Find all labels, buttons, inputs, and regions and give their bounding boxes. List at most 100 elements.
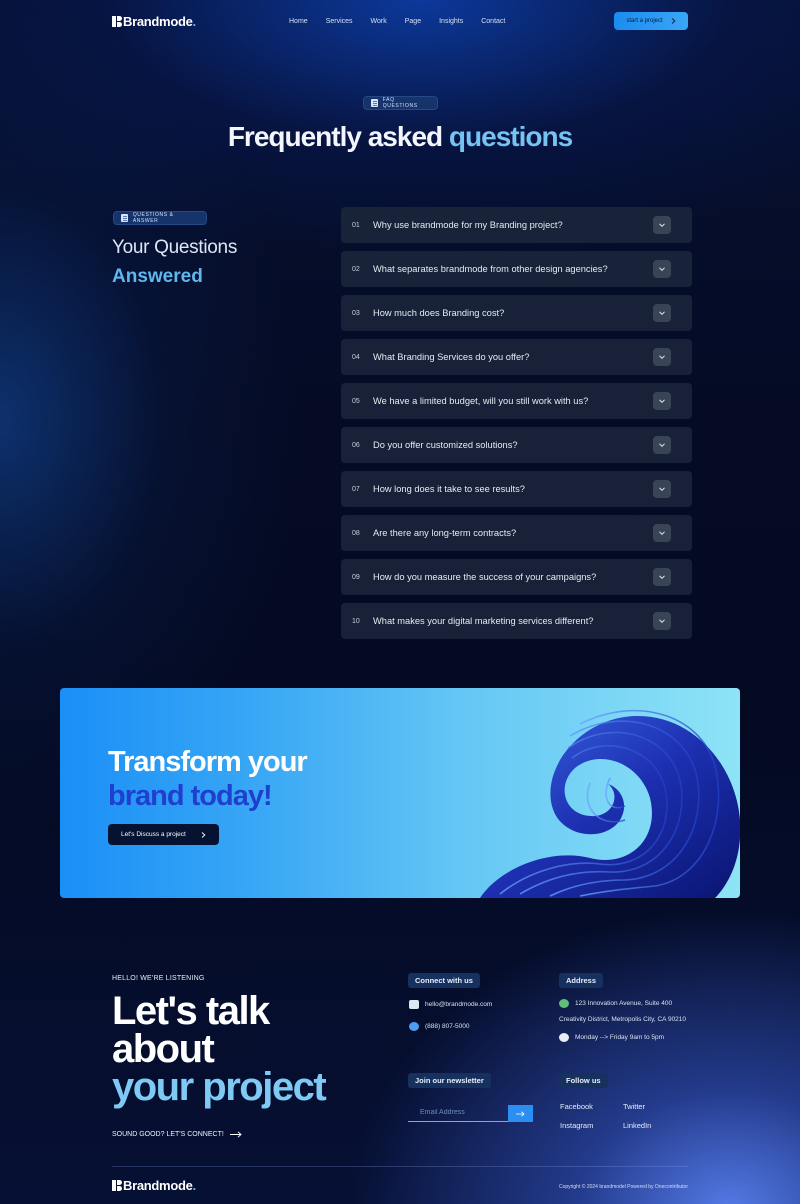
brand-logo[interactable]: Brandmode. (112, 14, 196, 29)
nav-services[interactable]: Services (326, 18, 353, 25)
email-contact[interactable]: hello@brandmode.com (409, 1000, 492, 1009)
social-twitter[interactable]: Twitter (623, 1102, 645, 1111)
footer-divider (112, 1166, 688, 1167)
faq-toggle-button[interactable] (653, 568, 671, 586)
banner-heading-line2: brand today! (108, 780, 273, 812)
faq-number: 07 (352, 485, 360, 493)
phone-contact[interactable]: (888) 807-5000 (409, 1022, 469, 1031)
talk-line2: about (112, 1027, 215, 1071)
chevron-down-icon (659, 443, 665, 448)
faq-title-highlight: questions (448, 121, 573, 152)
chevron-right-icon (671, 18, 676, 24)
social-instagram[interactable]: Instagram (560, 1121, 593, 1130)
faq-question: How much does Branding cost? (373, 308, 505, 318)
faq-toggle-button[interactable] (653, 612, 671, 630)
logo-mark-icon (112, 15, 122, 27)
chat-bubble-icon (409, 1022, 419, 1031)
address-line1: 123 Innovation Avenue, Suite 400 (575, 1000, 673, 1007)
faq-number: 10 (352, 617, 360, 625)
questions-answer-badge: QUESTIONS & ANSWER (113, 211, 207, 225)
document-icon (121, 214, 128, 222)
faq-item[interactable]: 02 What separates brandmode from other de… (341, 251, 692, 287)
faq-item[interactable]: 10 What makes your digital marketing serv… (341, 603, 692, 639)
social-linkedin[interactable]: LinkedIn (623, 1121, 651, 1130)
document-icon (371, 99, 378, 107)
logo-text: Brandmode (123, 13, 193, 29)
abstract-swirl-graphic (480, 710, 740, 898)
logo-dot: . (192, 13, 197, 29)
faq-item[interactable]: 04 What Branding Services do you offer? (341, 339, 692, 375)
faq-badge-label: FAQ QUESTIONS (382, 97, 418, 109)
chevron-down-icon (659, 311, 665, 316)
questions-answer-label: QUESTIONS & ANSWER (132, 212, 174, 224)
faq-toggle-button[interactable] (653, 260, 671, 278)
address-line1-row: 123 Innovation Avenue, Suite 400 (559, 999, 672, 1008)
faq-question: Are there any long-term contracts? (373, 528, 517, 538)
address-line2: Creativity District, Metropolis City, CA… (559, 1016, 687, 1023)
chevron-down-icon (659, 355, 665, 360)
faq-toggle-button[interactable] (653, 392, 671, 410)
hours-row: Monday --> Friday 9am to 5pm (559, 1033, 664, 1042)
mail-icon (409, 1000, 419, 1009)
faq-item[interactable]: 07 How long does it take to see results? (341, 471, 692, 507)
faq-item[interactable]: 05 We have a limited budget, will you sti… (341, 383, 692, 419)
start-project-label: start a project (626, 18, 663, 24)
faq-number: 02 (352, 265, 360, 273)
talk-line1: Let's talk (112, 989, 270, 1033)
chevron-down-icon (659, 487, 665, 492)
faq-question: How long does it take to see results? (373, 484, 525, 494)
chevron-down-icon (659, 619, 665, 624)
faq-question: What separates brandmode from other desi… (373, 264, 608, 274)
site-header: Brandmode. Home Services Work Page Insig… (112, 8, 688, 34)
faq-number: 06 (352, 441, 360, 449)
talk-line3: your project (112, 1065, 327, 1109)
newsletter-heading: Join our newsletter (408, 1073, 491, 1088)
nav-home[interactable]: Home (289, 18, 308, 25)
faq-item[interactable]: 03 How much does Branding cost? (341, 295, 692, 331)
globe-icon (559, 999, 569, 1008)
faq-question: What makes your digital marketing servic… (373, 616, 594, 626)
connect-heading: Connect with us (408, 973, 480, 988)
nav-contact[interactable]: Contact (481, 18, 505, 25)
logo-mark-icon (112, 1180, 122, 1191)
discuss-project-label: Let's Discuss a project (121, 831, 186, 838)
nav-work[interactable]: Work (371, 18, 387, 25)
side-heading-line2: Answered (112, 266, 203, 287)
newsletter-submit-button[interactable] (508, 1105, 533, 1122)
chevron-down-icon (659, 223, 665, 228)
faq-toggle-button[interactable] (653, 304, 671, 322)
chevron-down-icon (659, 267, 665, 272)
phone-text: (888) 807-5000 (425, 1023, 470, 1030)
faq-question: How do you measure the success of your c… (373, 572, 597, 582)
faq-toggle-button[interactable] (653, 524, 671, 542)
faq-item[interactable]: 08 Are there any long-term contracts? (341, 515, 692, 551)
faq-question: What Branding Services do you offer? (373, 352, 530, 362)
faq-item[interactable]: 06 Do you offer customized solutions? (341, 427, 692, 463)
footer-logo[interactable]: Brandmode. (112, 1178, 196, 1193)
newsletter-email-input[interactable] (408, 1109, 508, 1116)
faq-toggle-button[interactable] (653, 348, 671, 366)
chevron-down-icon (659, 399, 665, 404)
faq-number: 09 (352, 573, 360, 581)
discuss-project-button[interactable]: Let's Discuss a project (108, 824, 219, 845)
faq-question: Why use brandmode for my Branding projec… (373, 220, 563, 230)
address-heading: Address (559, 973, 604, 988)
faq-toggle-button[interactable] (653, 436, 671, 454)
start-project-button[interactable]: start a project (614, 12, 688, 30)
lets-talk-heading: Let's talk about your project (112, 989, 327, 1109)
faq-item[interactable]: 09 How do you measure the success of your… (341, 559, 692, 595)
faq-badge: FAQ QUESTIONS (363, 96, 438, 110)
nav-insights[interactable]: Insights (439, 18, 463, 25)
faq-toggle-button[interactable] (653, 216, 671, 234)
arrow-right-icon (229, 1131, 242, 1138)
nav-page[interactable]: Page (405, 18, 421, 25)
social-facebook[interactable]: Facebook (560, 1102, 593, 1111)
banner-heading-line1: Transform your (108, 746, 308, 778)
cta-banner: Transform your brand today! Let's Discus… (60, 688, 740, 898)
hours-text: Monday --> Friday 9am to 5pm (575, 1034, 665, 1041)
address-line2-row: Creativity District, Metropolis City, CA… (559, 1016, 686, 1023)
clock-icon (559, 1033, 569, 1042)
lets-connect-link[interactable]: SOUND GOOD? LET'S CONNECT! (112, 1131, 242, 1138)
faq-item[interactable]: 01 Why use brandmode for my Branding proj… (341, 207, 692, 243)
faq-toggle-button[interactable] (653, 480, 671, 498)
